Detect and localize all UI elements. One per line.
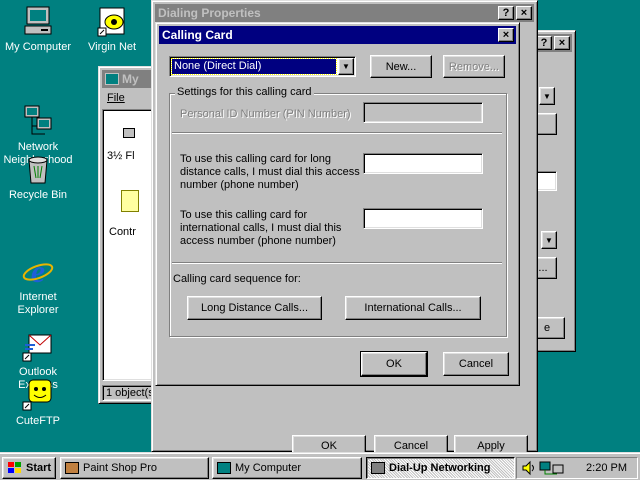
menu-file[interactable]: File bbox=[107, 92, 125, 104]
calling-card-titlebar[interactable]: Calling Card bbox=[159, 26, 516, 44]
sequence-label: Calling card sequence for: bbox=[173, 273, 301, 285]
divider bbox=[172, 132, 502, 134]
windows-logo-icon bbox=[8, 462, 21, 473]
folder-icon[interactable] bbox=[121, 190, 139, 212]
network-icon bbox=[21, 91, 55, 135]
outlook-express-icon bbox=[21, 316, 55, 362]
calling-card-dropdown[interactable]: None (Direct Dial) ▼ bbox=[169, 56, 356, 77]
task-dial-up-networking[interactable]: Dial-Up Networking bbox=[366, 457, 515, 479]
clock[interactable]: 2:20 PM bbox=[586, 462, 627, 474]
computer-icon bbox=[217, 462, 231, 474]
divider bbox=[172, 262, 502, 264]
long-distance-access-label: To use this calling card for long distan… bbox=[180, 153, 360, 191]
international-access-input[interactable] bbox=[363, 208, 483, 229]
task-my-computer[interactable]: My Computer bbox=[212, 457, 362, 479]
computer-icon bbox=[21, 4, 55, 38]
file-item-label[interactable]: 3½ Fl bbox=[107, 150, 135, 162]
help-button[interactable]: ? bbox=[536, 36, 552, 50]
desktop-icon-label: CuteFTP bbox=[15, 415, 60, 427]
calling-card-dropdown-value: None (Direct Dial) bbox=[171, 58, 337, 75]
desktop-icon-label: My Computer bbox=[4, 41, 72, 53]
speaker-icon[interactable] bbox=[521, 460, 537, 476]
task-label: Dial-Up Networking bbox=[389, 462, 491, 474]
desktop-icon-my-computer[interactable]: My Computer bbox=[0, 4, 76, 54]
paint-shop-pro-icon bbox=[65, 462, 79, 474]
window-title: Dialing Properties bbox=[158, 6, 261, 20]
dropdown-arrow-icon[interactable]: ▼ bbox=[539, 87, 555, 105]
dial-up-networking-icon bbox=[371, 462, 385, 474]
pin-input bbox=[363, 102, 483, 123]
close-button[interactable]: × bbox=[516, 6, 532, 20]
ok-button[interactable]: OK bbox=[360, 351, 428, 377]
calling-card-dialog[interactable]: Calling Card × None (Direct Dial) ▼ New.… bbox=[155, 22, 520, 386]
background-field[interactable] bbox=[535, 171, 557, 191]
status-text: 1 object(s bbox=[106, 387, 154, 399]
remove-card-button: Remove... bbox=[443, 55, 505, 78]
cancel-button[interactable]: Cancel bbox=[443, 352, 509, 376]
desktop-icon-label: Recycle Bin bbox=[8, 189, 68, 201]
start-button[interactable]: Start bbox=[2, 457, 56, 479]
pin-label: Personal ID Number (PIN Number) bbox=[180, 108, 351, 120]
window-title: Calling Card bbox=[162, 28, 233, 42]
desktop-icon-cuteftp[interactable]: CuteFTP bbox=[0, 378, 76, 428]
svg-text:e: e bbox=[31, 254, 45, 288]
long-distance-access-input[interactable] bbox=[363, 153, 483, 174]
international-access-label: To use this calling card for internation… bbox=[180, 209, 342, 247]
network-tray-icon[interactable] bbox=[539, 460, 567, 476]
internet-explorer-icon: e bbox=[21, 241, 55, 289]
task-label: Paint Shop Pro bbox=[83, 462, 157, 474]
system-tray: 2:20 PM bbox=[516, 457, 638, 479]
dropdown-arrow-icon[interactable]: ▼ bbox=[338, 58, 354, 75]
recycle-bin-icon bbox=[21, 152, 55, 186]
long-distance-calls-button[interactable]: Long Distance Calls... bbox=[187, 296, 322, 320]
international-calls-button[interactable]: International Calls... bbox=[345, 296, 481, 320]
new-card-button[interactable]: New... bbox=[370, 55, 432, 78]
desktop-icon-virgin-net[interactable]: Virgin Net bbox=[76, 4, 152, 54]
phone-icon bbox=[96, 4, 130, 38]
close-button[interactable]: × bbox=[554, 36, 570, 50]
start-label: Start bbox=[26, 462, 52, 474]
desktop-icon-label: Virgin Net bbox=[88, 41, 137, 53]
help-button[interactable]: ? bbox=[498, 6, 514, 20]
computer-icon bbox=[105, 73, 119, 85]
desktop-icon-recycle-bin[interactable]: Recycle Bin bbox=[0, 152, 76, 202]
taskbar: Start Paint Shop Pro My Computer Dial-Up… bbox=[0, 452, 640, 480]
task-label: My Computer bbox=[235, 462, 302, 474]
close-button[interactable]: × bbox=[498, 28, 514, 42]
file-item-label[interactable]: Contr bbox=[109, 226, 136, 238]
dialing-properties-titlebar[interactable]: Dialing Properties bbox=[155, 4, 534, 22]
window-title: My bbox=[122, 72, 139, 86]
floppy-drive-icon[interactable] bbox=[123, 128, 135, 138]
task-paint-shop-pro[interactable]: Paint Shop Pro bbox=[60, 457, 209, 479]
cuteftp-icon bbox=[21, 378, 55, 412]
settings-group-label: Settings for this calling card bbox=[175, 86, 314, 98]
dropdown-arrow-icon[interactable]: ▼ bbox=[541, 231, 557, 249]
